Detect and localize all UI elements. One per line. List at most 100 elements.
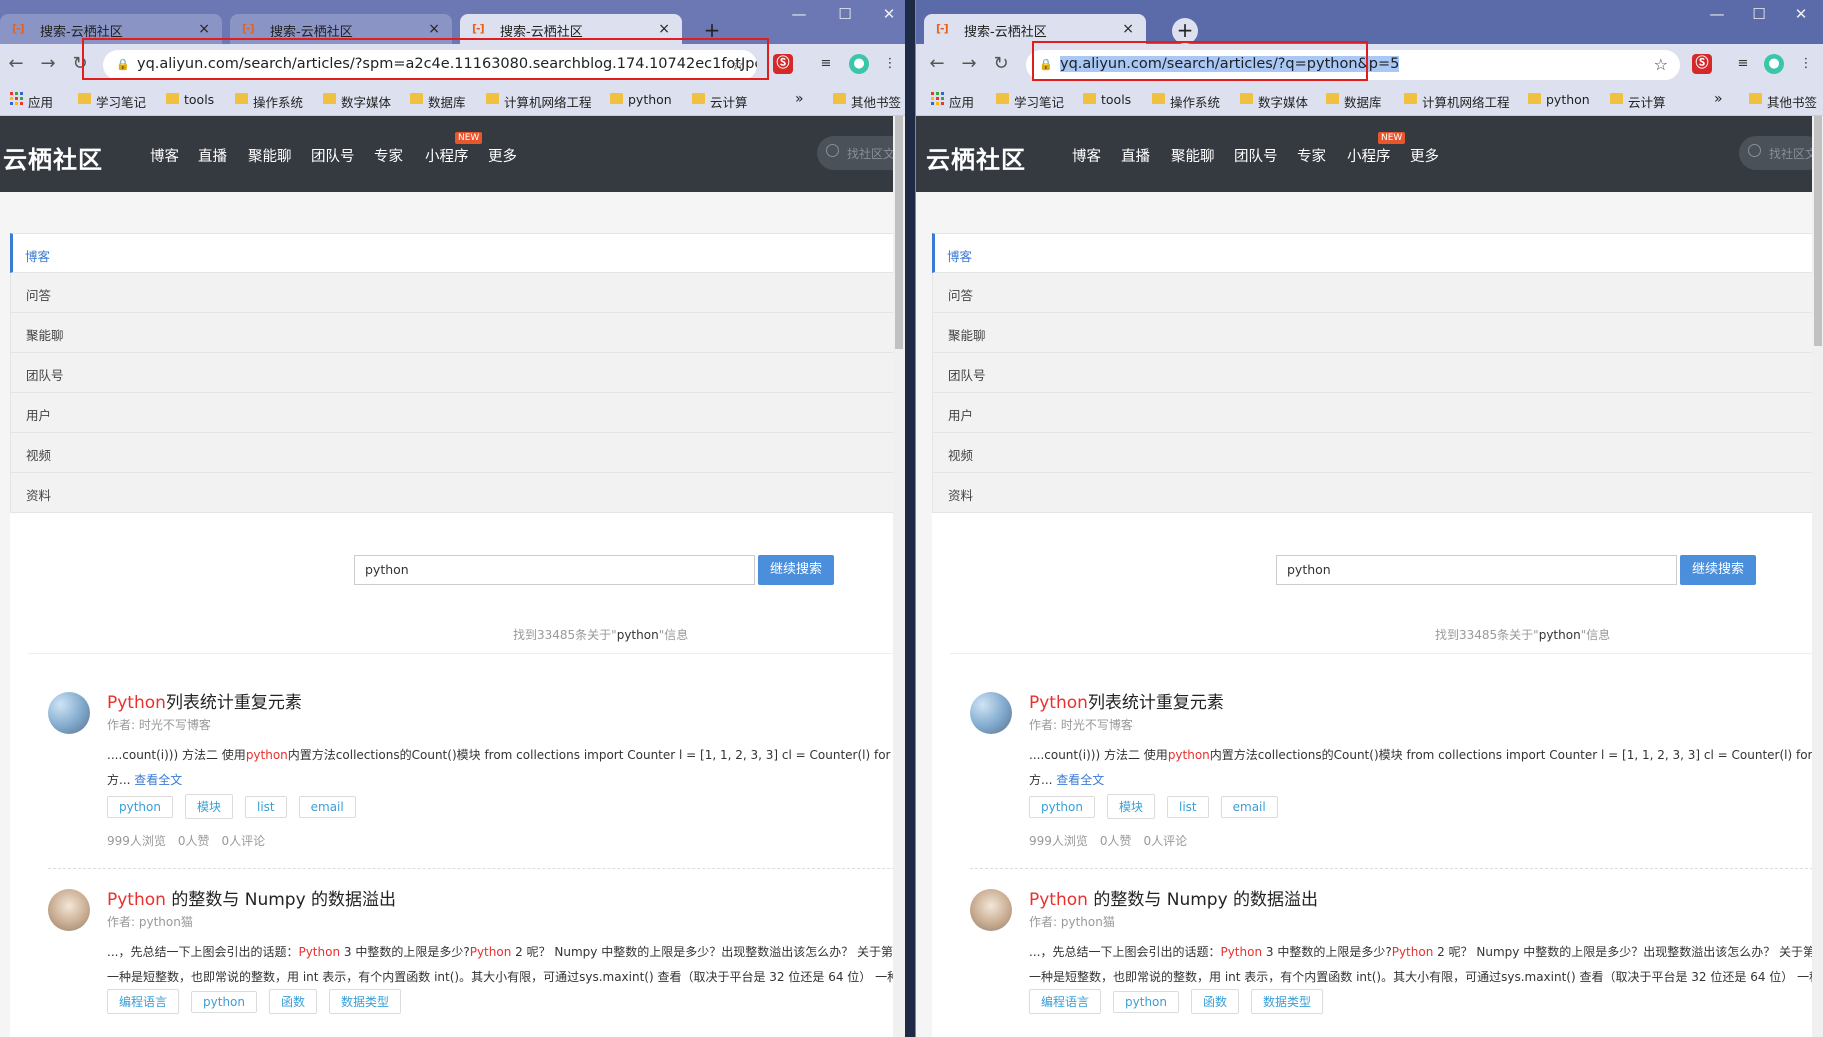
scrollbar[interactable] xyxy=(893,116,905,1037)
bookmark-apps[interactable]: 应用 xyxy=(931,92,974,111)
nav-team[interactable]: 团队号 xyxy=(311,145,355,166)
media-icon[interactable]: ≡ xyxy=(816,54,836,74)
bookmark-folder[interactable]: 数据库 xyxy=(410,92,466,111)
forward-icon[interactable]: → xyxy=(37,53,59,75)
minimize-button[interactable]: — xyxy=(776,0,822,30)
tag[interactable]: 函数 xyxy=(269,989,318,1014)
bookmark-folder[interactable]: tools xyxy=(166,92,214,107)
tag[interactable]: email xyxy=(298,796,356,818)
bookmark-folder[interactable]: 学习笔记 xyxy=(78,92,146,111)
site-search-input[interactable]: 找社区文章 xyxy=(817,136,905,170)
category-video[interactable]: 视频 xyxy=(10,433,905,473)
back-icon[interactable]: ← xyxy=(926,53,948,75)
category-chat[interactable]: 聚能聊 xyxy=(932,313,1823,353)
bookmark-folder[interactable]: 计算机网络工程 xyxy=(1404,92,1510,111)
bookmark-folder[interactable]: 数字媒体 xyxy=(323,92,391,111)
tab-close-icon[interactable]: × xyxy=(658,21,670,37)
extension-icon[interactable]: Ⓢ xyxy=(1692,54,1712,74)
media-icon[interactable]: ≡ xyxy=(1733,54,1753,74)
nav-expert[interactable]: 专家 xyxy=(374,145,403,166)
reload-icon[interactable]: ↻ xyxy=(990,53,1012,75)
site-logo[interactable]: 云栖社区 xyxy=(3,140,103,175)
tag[interactable]: list xyxy=(245,796,287,818)
site-search-input[interactable]: 找社区文章 xyxy=(1739,136,1823,170)
tag[interactable]: 数据类型 xyxy=(1251,989,1324,1014)
result-title[interactable]: Python 的整数与 Numpy 的数据溢出 xyxy=(107,885,396,910)
nav-chat[interactable]: 聚能聊 xyxy=(1171,145,1215,166)
bookmark-folder[interactable]: 操作系统 xyxy=(235,92,303,111)
bookmarks-overflow-icon[interactable]: » xyxy=(1714,91,1723,107)
category-chat[interactable]: 聚能聊 xyxy=(10,313,905,353)
menu-icon[interactable]: ⋮ xyxy=(1796,54,1816,74)
tag[interactable]: list xyxy=(1167,796,1209,818)
tag[interactable]: 编程语言 xyxy=(107,989,180,1014)
category-user[interactable]: 用户 xyxy=(10,393,905,433)
bookmark-folder[interactable]: 操作系统 xyxy=(1152,92,1220,111)
bookmark-folder[interactable]: 数字媒体 xyxy=(1240,92,1308,111)
bookmark-folder[interactable]: python xyxy=(610,92,672,107)
bookmark-folder[interactable]: 云计算 xyxy=(1610,92,1666,111)
close-window-button[interactable]: ✕ xyxy=(866,0,905,30)
search-input[interactable]: python xyxy=(354,555,755,585)
result-title[interactable]: Python列表统计重复元素 xyxy=(107,688,302,713)
nav-expert[interactable]: 专家 xyxy=(1297,145,1326,166)
forward-icon[interactable]: → xyxy=(958,53,980,75)
search-input[interactable]: python xyxy=(1276,555,1677,585)
scrollbar[interactable] xyxy=(1812,116,1823,1037)
nav-more[interactable]: 更多 xyxy=(488,145,517,166)
tab-close-icon[interactable]: × xyxy=(198,21,210,37)
scrollbar-thumb[interactable] xyxy=(895,116,903,349)
category-qa[interactable]: 问答 xyxy=(932,273,1823,313)
bookmark-other[interactable]: 其他书签 xyxy=(1749,92,1817,111)
nav-more[interactable]: 更多 xyxy=(1410,145,1439,166)
category-user[interactable]: 用户 xyxy=(932,393,1823,433)
nav-miniprogram[interactable]: 小程序 xyxy=(425,145,469,166)
bookmark-star-icon[interactable]: ☆ xyxy=(1654,55,1668,74)
category-team[interactable]: 团队号 xyxy=(10,353,905,393)
category-team[interactable]: 团队号 xyxy=(932,353,1823,393)
category-video[interactable]: 视频 xyxy=(932,433,1823,473)
category-blog[interactable]: 博客 xyxy=(932,233,1823,273)
tag[interactable]: 模块 xyxy=(184,794,233,819)
nav-chat[interactable]: 聚能聊 xyxy=(248,145,292,166)
menu-icon[interactable]: ⋮ xyxy=(880,54,900,74)
tab-close-icon[interactable]: × xyxy=(1122,21,1134,37)
profile-avatar[interactable]: ● xyxy=(1764,54,1784,74)
nav-live[interactable]: 直播 xyxy=(1121,145,1150,166)
continue-search-button[interactable]: 继续搜索 xyxy=(1680,555,1756,585)
bookmark-apps[interactable]: 应用 xyxy=(10,92,53,111)
tag[interactable]: python xyxy=(1029,796,1095,818)
back-icon[interactable]: ← xyxy=(5,53,27,75)
category-blog[interactable]: 博客 xyxy=(10,233,905,273)
author-avatar[interactable] xyxy=(48,889,90,931)
author-avatar[interactable] xyxy=(970,692,1012,734)
bookmark-other[interactable]: 其他书签 xyxy=(833,92,901,111)
category-docs[interactable]: 资料 xyxy=(932,473,1823,513)
minimize-button[interactable]: — xyxy=(1694,0,1740,30)
category-docs[interactable]: 资料 xyxy=(10,473,905,513)
bookmark-folder[interactable]: python xyxy=(1528,92,1590,107)
nav-miniprogram[interactable]: 小程序 xyxy=(1347,145,1391,166)
bookmark-folder[interactable]: 数据库 xyxy=(1326,92,1382,111)
maximize-button[interactable]: ☐ xyxy=(1736,0,1782,30)
nav-blog[interactable]: 博客 xyxy=(1072,145,1101,166)
scrollbar-thumb[interactable] xyxy=(1814,116,1822,346)
bookmarks-overflow-icon[interactable]: » xyxy=(795,91,804,107)
tag[interactable]: 数据类型 xyxy=(329,989,402,1014)
author-avatar[interactable] xyxy=(970,889,1012,931)
tag[interactable]: 编程语言 xyxy=(1029,989,1102,1014)
continue-search-button[interactable]: 继续搜索 xyxy=(758,555,834,585)
profile-avatar[interactable]: ● xyxy=(849,54,869,74)
tag[interactable]: python xyxy=(191,991,257,1013)
nav-live[interactable]: 直播 xyxy=(198,145,227,166)
close-window-button[interactable]: ✕ xyxy=(1778,0,1823,30)
bookmark-folder[interactable]: tools xyxy=(1083,92,1131,107)
author-avatar[interactable] xyxy=(48,692,90,734)
tab-active[interactable]: [-] 搜索-云栖社区 × xyxy=(924,14,1146,44)
tag[interactable]: python xyxy=(107,796,173,818)
tag[interactable]: 函数 xyxy=(1191,989,1240,1014)
maximize-button[interactable]: ☐ xyxy=(822,0,868,30)
tag[interactable]: email xyxy=(1220,796,1278,818)
category-qa[interactable]: 问答 xyxy=(10,273,905,313)
site-logo[interactable]: 云栖社区 xyxy=(926,140,1026,175)
